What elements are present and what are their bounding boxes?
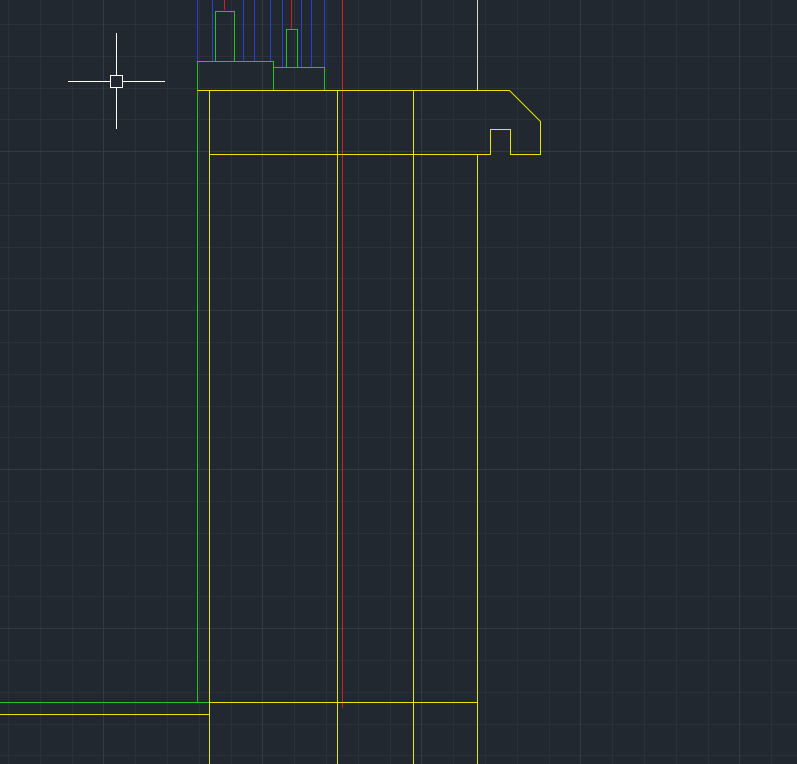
canvas-background	[0, 0, 797, 764]
drawing-canvas[interactable]	[0, 0, 797, 764]
drawing-viewport[interactable]	[0, 0, 797, 764]
